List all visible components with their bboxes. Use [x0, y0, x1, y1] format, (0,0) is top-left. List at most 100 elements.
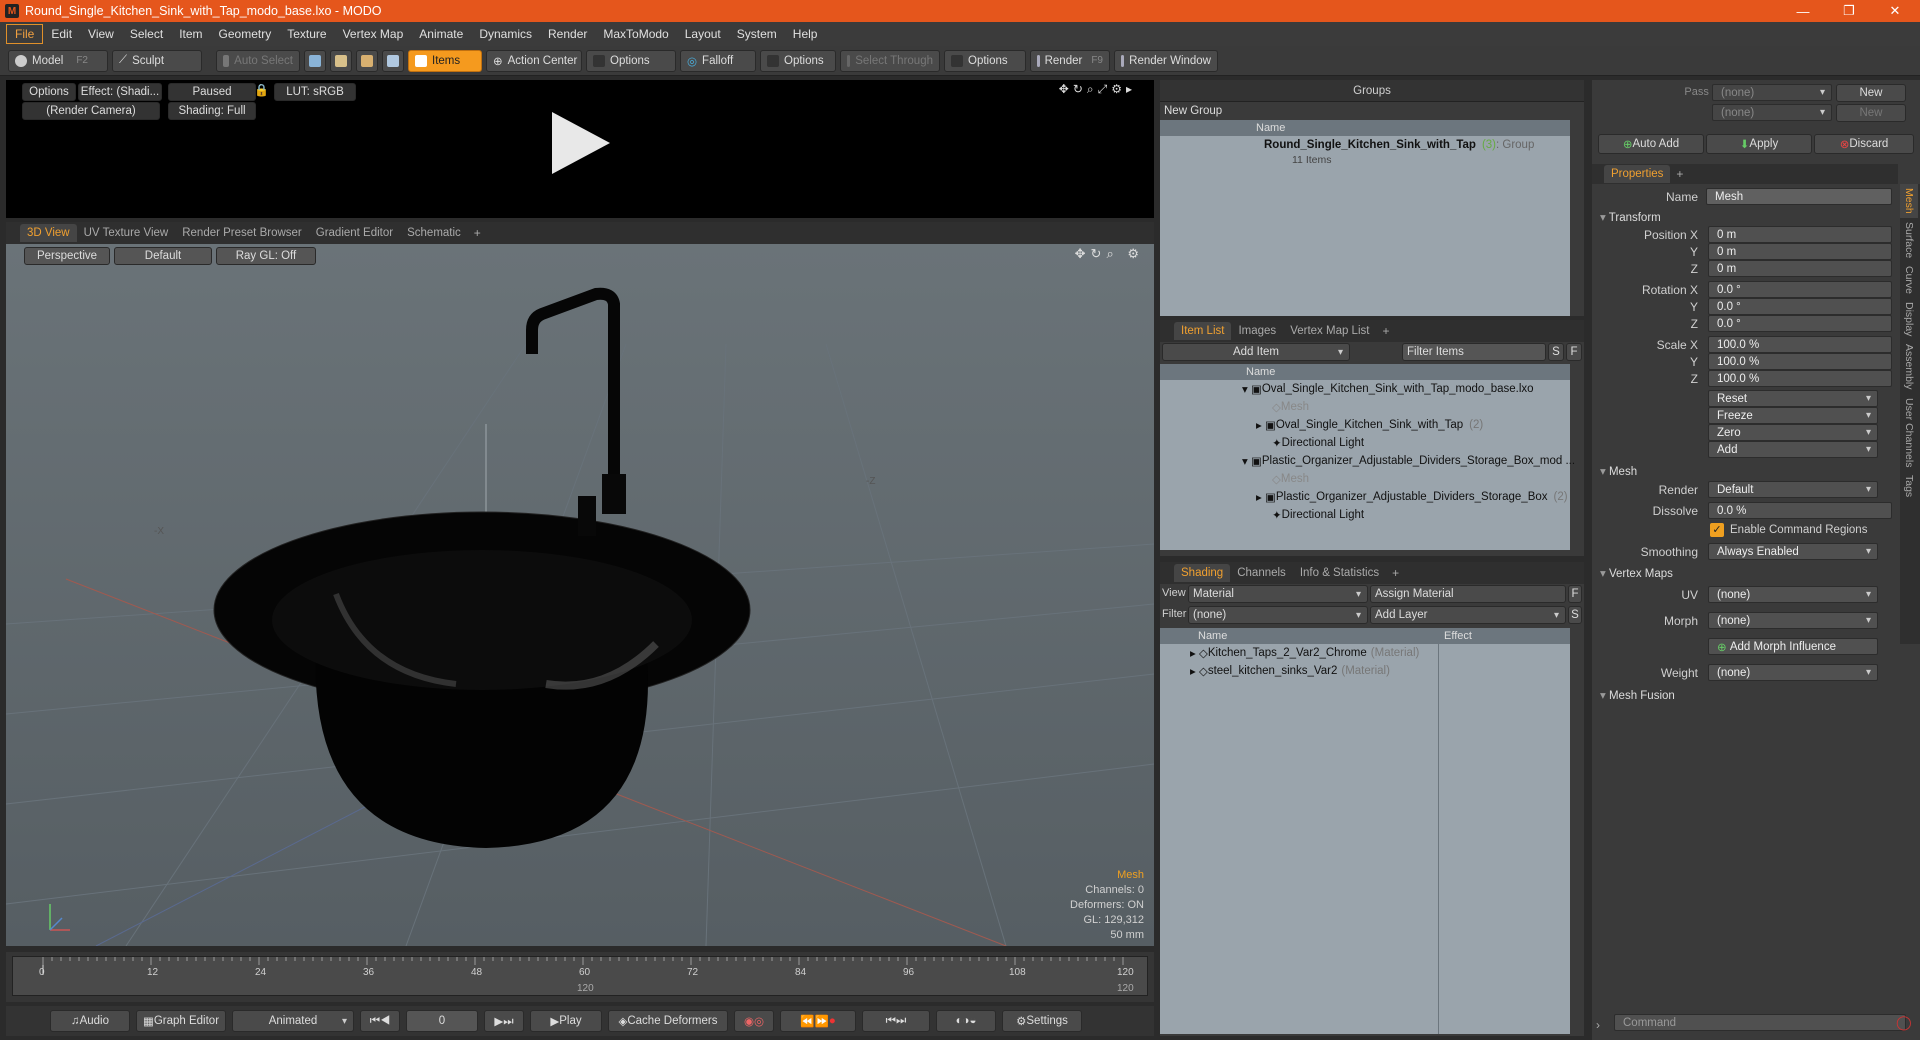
settings-button[interactable]: ⚙ Settings: [1002, 1010, 1082, 1032]
s-button[interactable]: S: [1548, 343, 1564, 361]
tab-uv-texture-view[interactable]: UV Texture View: [77, 224, 176, 242]
skip-start-button[interactable]: ⏮◀: [360, 1010, 400, 1032]
rotation-x-field[interactable]: 0.0 °: [1708, 281, 1892, 298]
menu-render[interactable]: Render: [540, 25, 595, 43]
table-row[interactable]: ▸ ◇ steel_kitchen_sinks_Var2 (Material): [1160, 662, 1570, 680]
options-button-1[interactable]: Options: [586, 49, 676, 72]
frame-input[interactable]: 0: [406, 1010, 478, 1032]
dissolve-field[interactable]: 0.0 %: [1708, 502, 1892, 519]
select-through-button[interactable]: Select Through: [840, 49, 940, 72]
tab-3d-view[interactable]: 3D View: [20, 224, 77, 242]
table-row[interactable]: ▸ ◇ Kitchen_Taps_2_Var2_Chrome (Material): [1160, 644, 1570, 662]
tab-render-preset-browser[interactable]: Render Preset Browser: [175, 224, 309, 242]
maximize-button[interactable]: ❐: [1826, 0, 1872, 22]
enable-command-regions-checkbox[interactable]: ✓: [1710, 523, 1724, 537]
model-mode-button[interactable]: Model F2: [8, 49, 108, 72]
key-nav-buttons[interactable]: ⏪⏩ ●: [780, 1010, 856, 1032]
rotation-y-field[interactable]: 0.0 °: [1708, 298, 1892, 315]
default-dropdown[interactable]: Default: [114, 247, 212, 265]
tab-vertex-map-list[interactable]: Vertex Map List: [1283, 322, 1376, 340]
apply-button[interactable]: ⬇ Apply: [1706, 134, 1812, 154]
falloff-button[interactable]: ◎ Falloff: [680, 49, 756, 72]
menu-edit[interactable]: Edit: [43, 25, 80, 43]
auto-key-buttons[interactable]: ◐◑◒: [936, 1010, 996, 1032]
command-input[interactable]: Command: [1614, 1014, 1906, 1031]
menu-vertex-map[interactable]: Vertex Map: [335, 25, 412, 43]
add-tab-icon[interactable]: +: [1376, 324, 1395, 338]
menu-help[interactable]: Help: [785, 25, 826, 43]
polygons-mode-button[interactable]: [356, 49, 378, 72]
key-step-buttons[interactable]: ⏮⏭: [862, 1010, 930, 1032]
new-pass-group-button[interactable]: New: [1836, 84, 1906, 102]
play-icon[interactable]: [546, 108, 616, 178]
preview-controls-icons[interactable]: ✥↻⌕⤢⚙▸: [1059, 82, 1136, 97]
menu-dynamics[interactable]: Dynamics: [471, 25, 540, 43]
mesh-fusion-section[interactable]: Mesh Fusion: [1600, 688, 1675, 702]
tab-images[interactable]: Images: [1231, 322, 1283, 340]
audio-button[interactable]: ♫ Audio: [50, 1010, 130, 1032]
tab-properties[interactable]: Properties: [1604, 165, 1671, 183]
shading-dropdown[interactable]: Shading: Full: [168, 102, 256, 120]
add-dropdown[interactable]: Add: [1708, 441, 1878, 458]
list-item[interactable]: ✦ Directional Light: [1160, 506, 1570, 524]
materials-mode-button[interactable]: [382, 49, 404, 72]
weight-dropdown[interactable]: (none): [1708, 664, 1878, 681]
lock-icon[interactable]: 🔒: [254, 83, 269, 97]
shader-tree[interactable]: Name Effect ▸ ◇ Kitchen_Taps_2_Var2_Chro…: [1160, 628, 1570, 1034]
preview-options-button[interactable]: Options: [22, 83, 76, 101]
list-item[interactable]: ▸ ▣ Oval_Single_Kitchen_Sink_with_Tap (2): [1160, 416, 1570, 434]
perspective-dropdown[interactable]: Perspective: [24, 247, 110, 265]
lut-dropdown[interactable]: LUT: sRGB: [274, 83, 356, 101]
3d-viewport[interactable]: -Z -X Perspective Default Ray GL: Off ✥↻…: [6, 244, 1154, 946]
menu-select[interactable]: Select: [122, 25, 171, 43]
add-tab-icon[interactable]: +: [1386, 566, 1405, 580]
action-center-button[interactable]: ⊕ Action Center: [486, 49, 582, 72]
tab-info-statistics[interactable]: Info & Statistics: [1293, 564, 1386, 582]
vertex-maps-section[interactable]: Vertex Maps: [1600, 566, 1673, 580]
menu-file[interactable]: File: [6, 24, 44, 44]
list-item[interactable]: ▾ ▣ Oval_Single_Kitchen_Sink_with_Tap_mo…: [1160, 380, 1570, 398]
add-layer-dropdown[interactable]: Add Layer: [1370, 606, 1566, 624]
tab-gradient-editor[interactable]: Gradient Editor: [309, 224, 400, 242]
list-item[interactable]: ▸ ▣ Plastic_Organizer_Adjustable_Divider…: [1160, 488, 1570, 506]
menu-system[interactable]: System: [729, 25, 785, 43]
menu-texture[interactable]: Texture: [279, 25, 334, 43]
position-x-field[interactable]: 0 m: [1708, 226, 1892, 243]
f-button[interactable]: F: [1568, 585, 1582, 603]
pass-groups-dropdown[interactable]: (none): [1712, 84, 1832, 101]
discard-button[interactable]: ⊗ Discard: [1814, 134, 1914, 154]
items-mode-button[interactable]: Items: [408, 49, 482, 72]
add-morph-influence-button[interactable]: ⊕ Add Morph Influence: [1708, 638, 1878, 655]
render-button[interactable]: Render F9: [1030, 49, 1110, 72]
preview-effect-dropdown[interactable]: Effect: (Shadi...: [78, 83, 162, 101]
filter-items-input[interactable]: Filter Items: [1402, 343, 1546, 361]
tab-schematic[interactable]: Schematic: [400, 224, 468, 242]
f-button[interactable]: F: [1566, 343, 1582, 361]
morph-dropdown[interactable]: (none): [1708, 612, 1878, 629]
transform-section[interactable]: Transform: [1600, 210, 1661, 224]
scale-y-field[interactable]: 100.0 %: [1708, 353, 1892, 370]
render-camera-dropdown[interactable]: (Render Camera): [22, 102, 160, 120]
minimize-button[interactable]: —: [1780, 0, 1826, 22]
list-item[interactable]: ▾ ▣ Plastic_Organizer_Adjustable_Divider…: [1160, 452, 1575, 470]
freeze-dropdown[interactable]: Freeze: [1708, 407, 1878, 424]
reset-dropdown[interactable]: Reset: [1708, 390, 1878, 407]
menu-animate[interactable]: Animate: [411, 25, 471, 43]
preview-paused-button[interactable]: Paused: [168, 83, 256, 101]
list-item[interactable]: ✦ Directional Light: [1160, 434, 1570, 452]
menu-maxtomodo[interactable]: MaxToModo: [595, 25, 676, 43]
add-tab-icon[interactable]: +: [1670, 167, 1689, 181]
groups-row[interactable]: Round_Single_Kitchen_Sink_with_Tap (3) :…: [1160, 136, 1570, 154]
side-tab-tags[interactable]: Tags: [1900, 471, 1918, 501]
passes-dropdown[interactable]: (none): [1712, 104, 1832, 121]
list-item[interactable]: ◇ Mesh: [1160, 398, 1570, 416]
cache-deformers-button[interactable]: ◈ Cache Deformers: [608, 1010, 728, 1032]
step-forward-button[interactable]: ▶⏭: [484, 1010, 524, 1032]
new-pass-button[interactable]: New: [1836, 104, 1906, 122]
side-tab-curve[interactable]: Curve: [1900, 262, 1918, 298]
tab-channels[interactable]: Channels: [1230, 564, 1293, 582]
s-button[interactable]: S: [1568, 606, 1582, 624]
keyframe-buttons[interactable]: ◉◎: [734, 1010, 774, 1032]
tab-item-list[interactable]: Item List: [1174, 322, 1232, 340]
name-field[interactable]: Mesh: [1706, 188, 1892, 205]
